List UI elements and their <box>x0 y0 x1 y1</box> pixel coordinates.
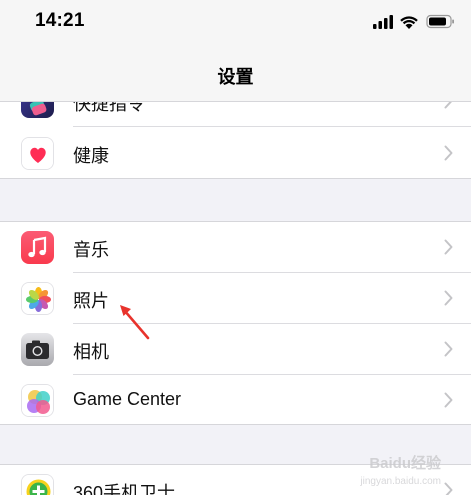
watermark-logo: Baidu经验 <box>369 455 441 472</box>
nav-bar: 设置 <box>0 44 471 102</box>
settings-row-photos[interactable]: 照片 <box>0 273 471 324</box>
security-360-icon <box>21 474 54 495</box>
chevron-right-icon <box>444 102 452 109</box>
chevron-right-icon <box>444 239 453 255</box>
page-title: 设置 <box>217 67 254 87</box>
settings-row-label: 照片 <box>73 291 109 311</box>
settings-row-label: 快捷指令 <box>73 102 145 114</box>
status-time: 14:21 <box>35 10 85 31</box>
annotation-arrow-icon <box>120 305 150 340</box>
music-icon <box>21 231 54 264</box>
settings-row-label: 健康 <box>73 146 109 166</box>
chevron-right-icon <box>444 341 453 357</box>
chevron-right-icon <box>444 145 453 161</box>
wifi-icon <box>400 16 418 29</box>
battery-icon <box>426 14 454 29</box>
camera-icon <box>21 333 54 366</box>
health-icon <box>21 137 54 170</box>
settings-row-label: 相机 <box>73 342 109 362</box>
game-center-icon <box>21 384 54 417</box>
watermark-url: jingyan.baidu.com <box>360 476 441 487</box>
chevron-right-icon <box>444 290 453 306</box>
chevron-right-icon <box>444 482 453 495</box>
settings-row-music[interactable]: 音乐 <box>0 222 471 273</box>
settings-group-1: 快捷指令 健康 <box>0 102 471 179</box>
settings-group-2: 音乐 照片 相机 Game Center <box>0 221 471 425</box>
settings-row-shortcuts[interactable]: 快捷指令 <box>0 102 471 127</box>
cellular-signal-icon <box>373 15 393 29</box>
settings-row-label: 音乐 <box>73 240 109 260</box>
status-bar: 14:21 <box>0 0 471 44</box>
settings-row-label: Game Center <box>73 389 182 409</box>
photos-icon <box>21 282 54 315</box>
settings-row-label: 360手机卫士 <box>73 483 176 495</box>
status-icons <box>373 14 454 29</box>
settings-row-game-center[interactable]: Game Center <box>0 375 471 424</box>
settings-row-health[interactable]: 健康 <box>0 128 471 178</box>
chevron-right-icon <box>444 392 453 408</box>
settings-row-camera[interactable]: 相机 <box>0 324 471 375</box>
shortcuts-icon <box>21 102 54 118</box>
row-separator <box>73 126 471 127</box>
